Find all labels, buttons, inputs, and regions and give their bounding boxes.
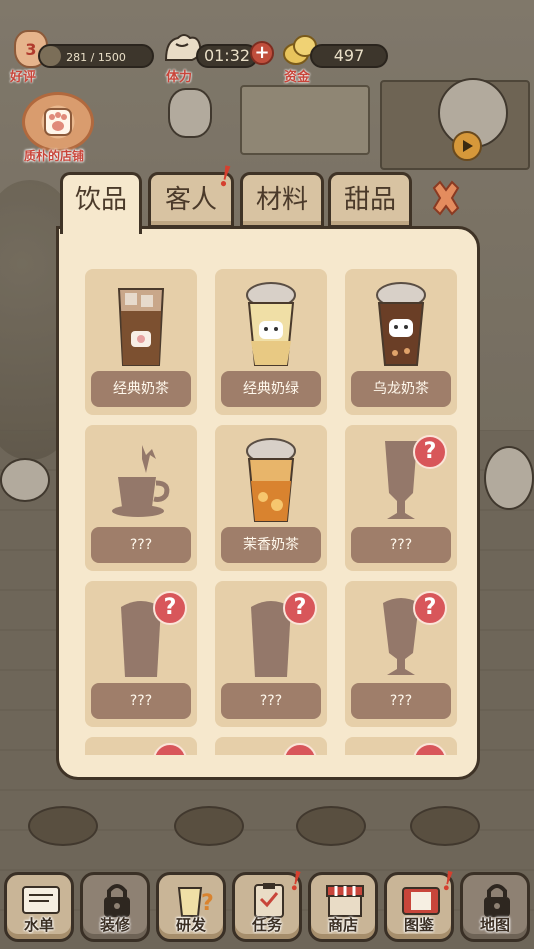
add-stamina-button[interactable]: +: [250, 41, 274, 65]
bottom-nav: 水单 装修? 研发 任务! 商店 图鉴! 地图: [0, 866, 534, 949]
close-button[interactable]: [424, 176, 468, 220]
drink-card[interactable]: 茉香奶茶: [215, 425, 327, 571]
tab-guests[interactable]: 客人 !: [148, 159, 235, 228]
drink-card[interactable]: [345, 737, 457, 755]
menu-board: [240, 85, 370, 155]
drink-card[interactable]: ????: [85, 581, 197, 727]
drink-name-label: 经典奶绿: [221, 371, 321, 407]
nav-button-4[interactable]: 商店: [308, 872, 378, 942]
drink-card[interactable]: 乌龙奶茶: [345, 269, 457, 415]
question-badge-icon: ?: [153, 591, 187, 625]
stamina-timer: 01:32: [196, 44, 258, 68]
drink-name-label: ???: [91, 527, 191, 563]
question-badge-icon: ?: [413, 591, 447, 625]
green-milk-tea-drink-icon: [215, 279, 327, 371]
drink-card[interactable]: ???: [85, 425, 197, 571]
drink-name-label: 经典奶茶: [91, 371, 191, 407]
reputation-progress-text: 281 / 1500: [66, 51, 126, 64]
drink-card[interactable]: ????: [345, 581, 457, 727]
reputation-level: 3: [25, 39, 37, 59]
drink-name-label: 乌龙奶茶: [351, 371, 451, 407]
nav-button-2[interactable]: ? 研发: [156, 872, 226, 942]
jasmine-milk-tea-drink-icon: [215, 435, 327, 527]
nav-button-3[interactable]: 任务!: [232, 866, 304, 942]
shop-name-label: 质朴的店铺: [24, 149, 85, 163]
tab-desserts[interactable]: 甜品: [328, 172, 412, 228]
cafe-table: [296, 806, 366, 846]
drink-name-label: ???: [221, 683, 321, 719]
oolong-milk-tea-drink-icon: [345, 279, 457, 371]
nav-alert-badge: !: [438, 866, 457, 898]
cafe-table: [410, 806, 480, 846]
drink-name-label: ???: [351, 683, 451, 719]
shop-paw-badge[interactable]: [22, 92, 94, 152]
nav-button-6[interactable]: 地图: [460, 872, 530, 942]
drink-card[interactable]: ????: [345, 425, 457, 571]
stamina-label: 体力: [166, 70, 193, 85]
question-badge-icon: ?: [283, 591, 317, 625]
customer-cat-left: [0, 458, 50, 502]
drink-grid: 经典奶茶 经典奶绿 乌龙奶茶??? 茉香奶茶????????????????: [79, 251, 463, 755]
drink-name-label: ???: [351, 527, 451, 563]
tab-drinks[interactable]: 饮品: [60, 172, 142, 234]
teacup-locked-icon: [85, 435, 197, 527]
funds-display: 497: [310, 44, 388, 68]
drink-card[interactable]: ????: [215, 581, 327, 727]
close-icon: [432, 180, 460, 216]
cafe-table: [28, 806, 98, 846]
customer-cat-right: [484, 446, 534, 510]
tab-materials[interactable]: 材料: [240, 172, 324, 228]
nav-button-0[interactable]: 水单: [4, 872, 74, 942]
reputation-progress-bar: 281 / 1500: [38, 44, 154, 68]
iced-milk-tea-drink-icon: [85, 279, 197, 371]
question-badge-icon: [413, 743, 447, 755]
nav-label: 任务: [251, 916, 282, 934]
nav-label: 装修: [99, 916, 130, 934]
tab-desserts-label: 甜品: [343, 185, 396, 215]
question-badge-icon: ?: [413, 435, 447, 469]
tab-materials-label: 材料: [255, 185, 308, 215]
drink-name-label: ???: [91, 683, 191, 719]
nav-label: 研发: [175, 916, 206, 934]
nav-label: 图鉴: [403, 916, 434, 934]
nav-label: 商店: [327, 916, 358, 934]
play-icon[interactable]: [452, 131, 482, 161]
drink-card[interactable]: [85, 737, 197, 755]
question-badge-icon: [283, 743, 317, 755]
top-status-bar: 3 281 / 1500 好评 01:32 + 体力 497 资金 质朴的店铺: [0, 0, 534, 163]
alpaca-staff: [168, 88, 212, 138]
nav-button-1[interactable]: 装修: [80, 872, 150, 942]
question-badge-icon: [153, 743, 187, 755]
drink-name-label: 茉香奶茶: [221, 527, 321, 563]
cafe-table: [174, 806, 244, 846]
nav-alert-badge: !: [286, 866, 305, 898]
funds-value: 497: [333, 46, 365, 65]
drink-card[interactable]: 经典奶茶: [85, 269, 197, 415]
nav-label: 水单: [23, 916, 54, 934]
tab-drinks-label: 饮品: [74, 185, 127, 215]
svg-text:?: ?: [201, 891, 214, 916]
nav-label: 地图: [479, 916, 510, 934]
nav-button-5[interactable]: 图鉴!: [384, 866, 456, 942]
stamina-time: 01:32: [203, 46, 251, 65]
drink-card[interactable]: 经典奶绿: [215, 269, 327, 415]
paw-icon: [44, 108, 72, 136]
tab-guests-label: 客人: [164, 185, 217, 215]
funds-label: 资金: [284, 70, 311, 85]
collection-tabs: 饮品 客人 ! 材料 甜品: [60, 159, 480, 234]
reputation-progress-fill: [40, 46, 61, 66]
drink-collection-panel: 经典奶茶 经典奶绿 乌龙奶茶??? 茉香奶茶????????????????: [56, 226, 480, 780]
drink-card[interactable]: [215, 737, 327, 755]
reputation-label: 好评: [10, 70, 37, 85]
